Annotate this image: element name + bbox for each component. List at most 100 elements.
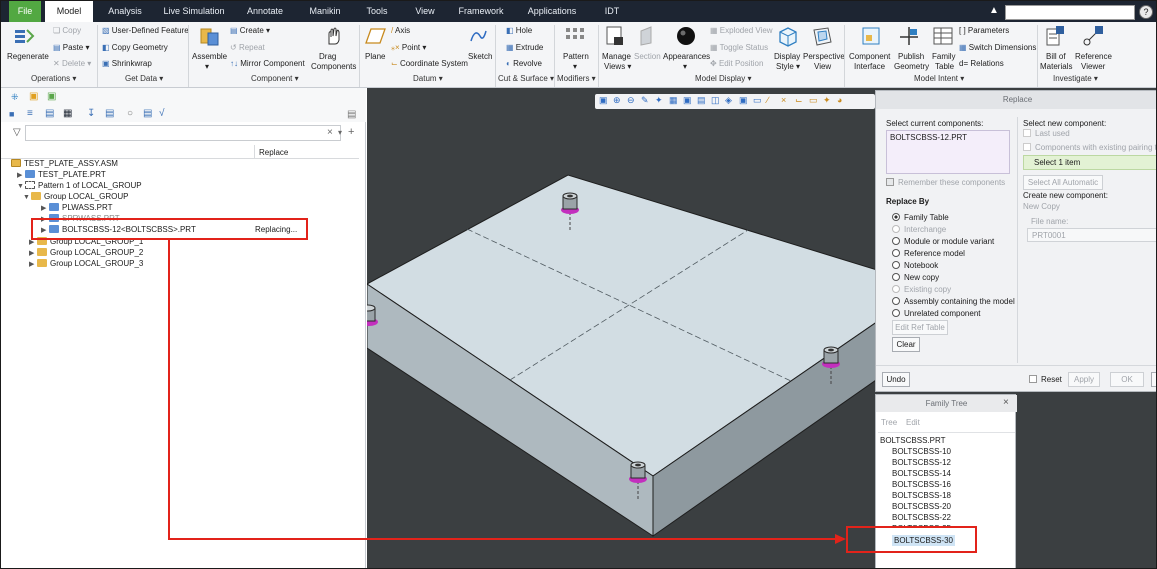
user-defined-feature-button[interactable]: ▧ User-Defined Feature <box>102 26 189 36</box>
clear-filter-icon[interactable]: × <box>327 127 333 138</box>
model-tree-tab-icon[interactable]: ⁜ <box>11 92 19 103</box>
existing-pairing-checkbox[interactable]: Components with existing pairing ta <box>1023 143 1156 153</box>
apply-button[interactable]: Apply <box>1068 372 1100 387</box>
exploded-view-button[interactable]: ▦ Exploded View <box>710 26 773 36</box>
close-icon[interactable]: × <box>1003 397 1009 408</box>
axis-button[interactable]: / Axis <box>391 26 410 36</box>
add-column-icon[interactable]: + <box>348 126 354 138</box>
tab-view[interactable]: View <box>409 1 441 22</box>
shrinkwrap-button[interactable]: ▣ Shrinkwrap <box>102 59 152 69</box>
tab-annotate[interactable]: Annotate <box>241 1 289 22</box>
paste-button[interactable]: ▤ Paste ▾ <box>53 43 90 53</box>
show-features-icon[interactable]: √ <box>159 108 165 119</box>
collapse-ribbon-icon[interactable]: ▲ <box>989 5 999 16</box>
tree-filter-input[interactable] <box>25 125 341 141</box>
option-module-variant[interactable]: Module or module variant <box>892 237 994 247</box>
expand-arrow-icon[interactable]: ▶ <box>29 259 37 270</box>
perspective-toggle-icon[interactable]: ◫ <box>711 95 720 106</box>
tree-list-icon[interactable]: ≡ <box>27 108 33 119</box>
ok-button[interactable]: OK <box>1110 372 1144 387</box>
edit-ref-table-button[interactable]: Edit Ref Table <box>892 320 948 335</box>
tree-row-group[interactable]: ▼ Group LOCAL_GROUP <box>23 191 128 202</box>
group-datum[interactable]: Datum ▾ <box>413 74 443 83</box>
family-tree-item[interactable]: BOLTSCBSS-10 <box>892 446 951 457</box>
remember-components-checkbox[interactable]: Remember these components <box>886 178 1005 188</box>
find-icon[interactable]: ○ <box>127 108 133 119</box>
group-cut-surface[interactable]: Cut & Surface ▾ <box>498 74 554 83</box>
tree-columns-icon[interactable]: ▤ <box>45 108 54 119</box>
mirror-component-button[interactable]: ↑↓ Mirror Component <box>230 59 305 69</box>
group-operations[interactable]: Operations ▾ <box>31 74 76 83</box>
spin-display-icon[interactable]: ✦ <box>823 95 831 106</box>
folder-browser-tab-icon[interactable]: ▣ <box>29 91 38 102</box>
last-used-checkbox[interactable]: Last used <box>1023 129 1070 139</box>
favorites-tab-icon[interactable]: ▣ <box>47 91 56 102</box>
saved-orientations-icon[interactable]: ▣ <box>683 95 692 106</box>
family-tree-item[interactable]: BOLTSCBSS-18 <box>892 490 951 501</box>
revolve-button[interactable]: ◐ Revolve <box>506 59 542 69</box>
hole-button[interactable]: ◧ Hole <box>506 26 532 36</box>
family-tree-menu-tree[interactable]: Tree <box>881 418 897 428</box>
toggle-status-button[interactable]: ▦ Toggle Status <box>710 43 768 53</box>
collapse-arrow-icon[interactable]: ▼ <box>23 192 31 203</box>
tree-row-group-2[interactable]: ▶ Group LOCAL_GROUP_2 <box>29 247 143 258</box>
new-component-collector[interactable]: Select 1 item <box>1023 155 1156 170</box>
repeat-button[interactable]: ↺ Repeat <box>230 43 265 53</box>
family-tree-item[interactable]: BOLTSCBSS-22 <box>892 512 951 523</box>
option-family-table[interactable]: Family Table <box>892 213 949 223</box>
reset-checkbox[interactable]: Reset <box>1029 375 1062 385</box>
tab-applications[interactable]: Applications <box>523 1 581 22</box>
tree-filter-icon[interactable]: ↧ <box>87 108 95 119</box>
group-investigate[interactable]: Investigate ▾ <box>1053 74 1098 83</box>
copy-button[interactable]: ❏ Copy <box>53 26 81 36</box>
tab-framework[interactable]: Framework <box>455 1 507 22</box>
tab-idt[interactable]: IDT <box>599 1 625 22</box>
option-interchange[interactable]: Interchange <box>892 225 946 235</box>
option-existing-copy[interactable]: Existing copy <box>892 285 951 295</box>
tab-analysis[interactable]: Analysis <box>103 1 147 22</box>
display-style-icon[interactable]: ▦ <box>669 95 678 106</box>
coordinate-system-button[interactable]: ⌙ Coordinate System <box>391 59 468 69</box>
model-icon[interactable]: ■ <box>9 109 14 119</box>
tree-row-assembly[interactable]: TEST_PLATE_ASSY.ASM <box>11 158 118 169</box>
tab-tools[interactable]: Tools <box>361 1 393 22</box>
switch-dimensions-button[interactable]: ▦ Switch Dimensions <box>959 43 1036 53</box>
group-modifiers[interactable]: Modifiers ▾ <box>557 74 596 83</box>
clear-button[interactable]: Clear <box>892 337 920 352</box>
tree-row-group-3[interactable]: ▶ Group LOCAL_GROUP_3 <box>29 258 143 269</box>
relations-button[interactable]: d= Relations <box>959 59 1004 69</box>
tree-settings-icon[interactable]: ▤ <box>105 108 114 119</box>
option-assembly-containing[interactable]: Assembly containing the model <box>892 297 1015 307</box>
filter-dropdown-icon[interactable]: ▾ <box>338 128 342 137</box>
repaint-icon[interactable]: ✎ <box>641 95 649 106</box>
create-button[interactable]: ▤ Create ▾ <box>230 26 270 36</box>
group-get-data[interactable]: Get Data ▾ <box>125 74 163 83</box>
family-tree-root[interactable]: BOLTSCBSS.PRT <box>880 435 946 446</box>
parameters-button[interactable]: [ ] Parameters <box>959 26 1009 36</box>
undo-button[interactable]: Undo <box>882 372 910 387</box>
model-tree-page-icon[interactable]: ▤ <box>347 109 356 120</box>
annotation-display-icon[interactable]: ▣ <box>739 95 748 106</box>
replace-column-header[interactable]: Replace <box>259 147 288 158</box>
copy-geometry-button[interactable]: ◧ Copy Geometry <box>102 43 168 53</box>
spin-center-icon[interactable]: ✦ <box>655 95 663 106</box>
zoom-in-icon[interactable]: ⊕ <box>613 95 621 106</box>
tree-show-icon[interactable]: ▦ <box>63 108 72 119</box>
tab-manikin[interactable]: Manikin <box>303 1 347 22</box>
option-unrelated-component[interactable]: Unrelated component <box>892 309 981 319</box>
current-component-item[interactable]: BOLTSCBSS-12.PRT <box>890 133 967 143</box>
tree-row-plwass[interactable]: ▶ PLWASS.PRT <box>41 202 113 213</box>
tab-file[interactable]: File <box>9 1 41 22</box>
family-tree-menu-edit[interactable]: Edit <box>906 418 920 428</box>
tab-live-simulation[interactable]: Live Simulation <box>161 1 227 22</box>
current-components-list[interactable]: BOLTSCBSS-12.PRT <box>886 130 1010 174</box>
search-input[interactable] <box>1005 5 1135 20</box>
tab-model[interactable]: Model <box>45 1 93 23</box>
refit-icon[interactable]: ▣ <box>599 95 608 106</box>
cancel-button-partial[interactable] <box>1151 372 1156 387</box>
option-notebook[interactable]: Notebook <box>892 261 938 271</box>
datum-display-icon[interactable]: ▭ <box>753 95 762 106</box>
layers-icon[interactable]: ▤ <box>143 108 152 119</box>
extrude-button[interactable]: ▦ Extrude <box>506 43 543 53</box>
zoom-out-icon[interactable]: ⊖ <box>627 95 635 106</box>
